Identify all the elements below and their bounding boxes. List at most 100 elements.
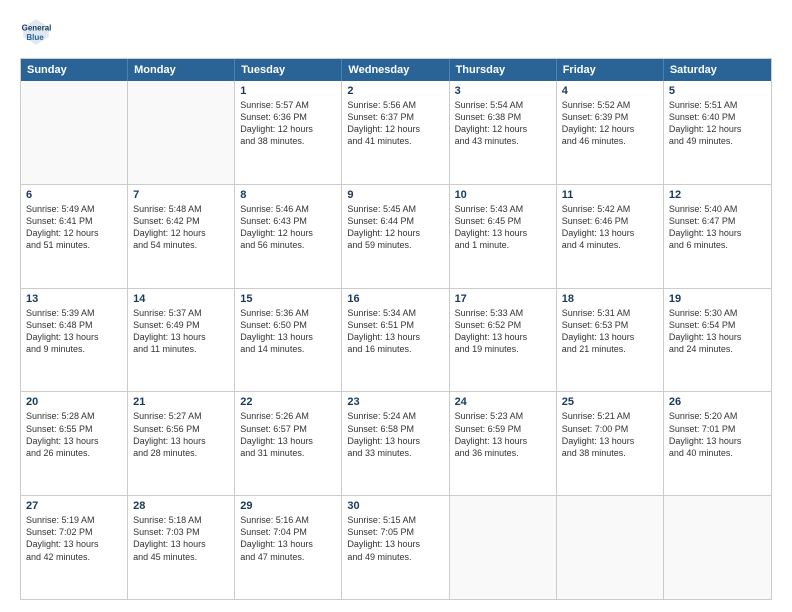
calendar-cell-day-9: 9Sunrise: 5:45 AMSunset: 6:44 PMDaylight… <box>342 185 449 288</box>
cell-info-line: Sunrise: 5:31 AM <box>562 307 658 319</box>
cell-info-line: Daylight: 12 hours <box>347 227 443 239</box>
cell-info-line: Sunrise: 5:21 AM <box>562 410 658 422</box>
day-number: 3 <box>455 85 551 97</box>
calendar-body: 1Sunrise: 5:57 AMSunset: 6:36 PMDaylight… <box>21 81 771 599</box>
cell-info-line: Sunrise: 5:19 AM <box>26 514 122 526</box>
day-number: 14 <box>133 293 229 305</box>
cell-info-line: and 1 minute. <box>455 239 551 251</box>
cell-info-line: Sunrise: 5:28 AM <box>26 410 122 422</box>
calendar-cell-day-18: 18Sunrise: 5:31 AMSunset: 6:53 PMDayligh… <box>557 289 664 392</box>
header: General Blue <box>20 16 772 48</box>
weekday-header-friday: Friday <box>557 59 664 81</box>
cell-info-line: Sunset: 6:37 PM <box>347 111 443 123</box>
cell-info-line: and 31 minutes. <box>240 447 336 459</box>
cell-info-line: and 19 minutes. <box>455 343 551 355</box>
cell-info-line: Sunset: 6:59 PM <box>455 423 551 435</box>
cell-info-line: Daylight: 13 hours <box>455 435 551 447</box>
calendar-cell-day-20: 20Sunrise: 5:28 AMSunset: 6:55 PMDayligh… <box>21 392 128 495</box>
cell-info-line: Sunrise: 5:54 AM <box>455 99 551 111</box>
cell-info-line: and 28 minutes. <box>133 447 229 459</box>
day-number: 18 <box>562 293 658 305</box>
calendar-cell-day-2: 2Sunrise: 5:56 AMSunset: 6:37 PMDaylight… <box>342 81 449 184</box>
calendar-header: SundayMondayTuesdayWednesdayThursdayFrid… <box>21 59 771 81</box>
cell-info-line: Daylight: 12 hours <box>669 123 766 135</box>
cell-info-line: Sunrise: 5:46 AM <box>240 203 336 215</box>
cell-info-line: Sunrise: 5:52 AM <box>562 99 658 111</box>
cell-info-line: Daylight: 12 hours <box>347 123 443 135</box>
cell-info-line: and 49 minutes. <box>669 135 766 147</box>
calendar-cell-empty <box>21 81 128 184</box>
cell-info-line: Daylight: 12 hours <box>26 227 122 239</box>
cell-info-line: and 24 minutes. <box>669 343 766 355</box>
cell-info-line: Daylight: 12 hours <box>562 123 658 135</box>
cell-info-line: Sunrise: 5:23 AM <box>455 410 551 422</box>
cell-info-line: Daylight: 13 hours <box>669 331 766 343</box>
cell-info-line: Sunset: 7:00 PM <box>562 423 658 435</box>
calendar-cell-day-24: 24Sunrise: 5:23 AMSunset: 6:59 PMDayligh… <box>450 392 557 495</box>
cell-info-line: Sunset: 6:51 PM <box>347 319 443 331</box>
day-number: 9 <box>347 189 443 201</box>
cell-info-line: Sunrise: 5:39 AM <box>26 307 122 319</box>
weekday-header-tuesday: Tuesday <box>235 59 342 81</box>
cell-info-line: Sunrise: 5:15 AM <box>347 514 443 526</box>
cell-info-line: Daylight: 13 hours <box>26 538 122 550</box>
cell-info-line: Sunrise: 5:24 AM <box>347 410 443 422</box>
calendar-cell-day-12: 12Sunrise: 5:40 AMSunset: 6:47 PMDayligh… <box>664 185 771 288</box>
cell-info-line: Sunset: 6:38 PM <box>455 111 551 123</box>
cell-info-line: Sunset: 6:48 PM <box>26 319 122 331</box>
weekday-header-wednesday: Wednesday <box>342 59 449 81</box>
day-number: 25 <box>562 396 658 408</box>
calendar-cell-empty <box>557 496 664 599</box>
calendar-cell-day-7: 7Sunrise: 5:48 AMSunset: 6:42 PMDaylight… <box>128 185 235 288</box>
cell-info-line: Daylight: 13 hours <box>347 435 443 447</box>
cell-info-line: and 47 minutes. <box>240 551 336 563</box>
cell-info-line: Sunset: 6:56 PM <box>133 423 229 435</box>
day-number: 21 <box>133 396 229 408</box>
cell-info-line: Sunrise: 5:43 AM <box>455 203 551 215</box>
calendar-cell-day-23: 23Sunrise: 5:24 AMSunset: 6:58 PMDayligh… <box>342 392 449 495</box>
weekday-header-monday: Monday <box>128 59 235 81</box>
page: General Blue SundayMondayTuesdayWednesda… <box>0 0 792 612</box>
calendar-row-3: 13Sunrise: 5:39 AMSunset: 6:48 PMDayligh… <box>21 288 771 392</box>
weekday-header-saturday: Saturday <box>664 59 771 81</box>
calendar-cell-day-16: 16Sunrise: 5:34 AMSunset: 6:51 PMDayligh… <box>342 289 449 392</box>
cell-info-line: and 14 minutes. <box>240 343 336 355</box>
cell-info-line: and 21 minutes. <box>562 343 658 355</box>
cell-info-line: and 33 minutes. <box>347 447 443 459</box>
cell-info-line: and 51 minutes. <box>26 239 122 251</box>
cell-info-line: and 6 minutes. <box>669 239 766 251</box>
cell-info-line: Sunrise: 5:56 AM <box>347 99 443 111</box>
calendar-cell-empty <box>664 496 771 599</box>
cell-info-line: Sunrise: 5:26 AM <box>240 410 336 422</box>
day-number: 17 <box>455 293 551 305</box>
calendar-cell-day-25: 25Sunrise: 5:21 AMSunset: 7:00 PMDayligh… <box>557 392 664 495</box>
cell-info-line: and 45 minutes. <box>133 551 229 563</box>
cell-info-line: Daylight: 13 hours <box>133 435 229 447</box>
day-number: 4 <box>562 85 658 97</box>
cell-info-line: Sunset: 6:55 PM <box>26 423 122 435</box>
cell-info-line: and 38 minutes. <box>240 135 336 147</box>
cell-info-line: Sunset: 7:03 PM <box>133 526 229 538</box>
calendar-cell-day-30: 30Sunrise: 5:15 AMSunset: 7:05 PMDayligh… <box>342 496 449 599</box>
cell-info-line: and 46 minutes. <box>562 135 658 147</box>
calendar-cell-day-13: 13Sunrise: 5:39 AMSunset: 6:48 PMDayligh… <box>21 289 128 392</box>
calendar-cell-day-3: 3Sunrise: 5:54 AMSunset: 6:38 PMDaylight… <box>450 81 557 184</box>
cell-info-line: Sunrise: 5:18 AM <box>133 514 229 526</box>
calendar-row-4: 20Sunrise: 5:28 AMSunset: 6:55 PMDayligh… <box>21 391 771 495</box>
cell-info-line: Sunset: 6:43 PM <box>240 215 336 227</box>
day-number: 7 <box>133 189 229 201</box>
cell-info-line: Daylight: 13 hours <box>240 435 336 447</box>
calendar-cell-day-10: 10Sunrise: 5:43 AMSunset: 6:45 PMDayligh… <box>450 185 557 288</box>
cell-info-line: Sunrise: 5:42 AM <box>562 203 658 215</box>
cell-info-line: Sunrise: 5:57 AM <box>240 99 336 111</box>
calendar-row-1: 1Sunrise: 5:57 AMSunset: 6:36 PMDaylight… <box>21 81 771 184</box>
cell-info-line: Sunset: 6:49 PM <box>133 319 229 331</box>
cell-info-line: Daylight: 13 hours <box>562 227 658 239</box>
cell-info-line: Sunset: 6:50 PM <box>240 319 336 331</box>
calendar-cell-day-17: 17Sunrise: 5:33 AMSunset: 6:52 PMDayligh… <box>450 289 557 392</box>
cell-info-line: Daylight: 13 hours <box>133 538 229 550</box>
weekday-header-thursday: Thursday <box>450 59 557 81</box>
cell-info-line: Sunrise: 5:27 AM <box>133 410 229 422</box>
day-number: 10 <box>455 189 551 201</box>
cell-info-line: Sunrise: 5:34 AM <box>347 307 443 319</box>
